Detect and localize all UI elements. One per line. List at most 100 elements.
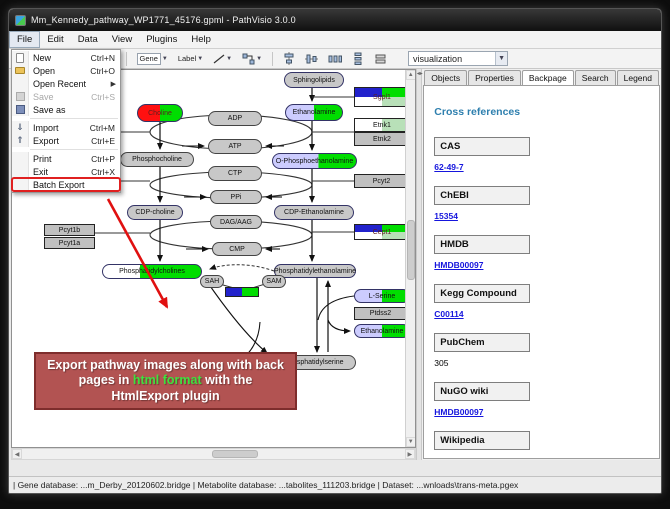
gene-node-tool-button[interactable]: Gene ▼ [134, 51, 171, 67]
scroll-up-icon[interactable]: ▲ [406, 70, 416, 80]
chevron-down-icon[interactable]: ▼ [495, 52, 507, 65]
pathway-node-sphingolipids[interactable]: Sphingolipids [284, 72, 344, 88]
menu-view[interactable]: View [105, 31, 139, 48]
xref-section-kegg-compound: Kegg CompoundC00114 [434, 283, 649, 319]
pathway-node-ptdss2[interactable]: Ptdss2 [354, 307, 407, 320]
xref-link[interactable]: 15354 [434, 211, 649, 221]
xref-section-chebi: ChEBI15354 [434, 185, 649, 221]
pathway-node-pcyt1a[interactable]: Pcyt1a [44, 237, 95, 249]
pathway-node-ethanolamine-top[interactable]: Ethanolamine [285, 104, 343, 121]
file-menu-item-open[interactable]: OpenCtrl+O [12, 64, 120, 77]
callout-highlight-text: html format [133, 373, 202, 387]
scroll-left-icon[interactable]: ◀ [12, 449, 22, 459]
align-center-horizontal-button[interactable] [280, 51, 298, 67]
chevron-down-icon[interactable]: ▼ [197, 56, 203, 62]
file-menu-item-print[interactable]: PrintCtrl+P [12, 152, 120, 165]
pathway-node-sah[interactable]: SAH [200, 275, 224, 288]
distribute-vertical-icon [352, 52, 364, 65]
file-menu-item-new[interactable]: NewCtrl+N [12, 51, 120, 64]
pathway-node-ppi[interactable]: PPi [210, 190, 262, 204]
distribute-vertical-button[interactable] [349, 51, 367, 67]
menu-file[interactable]: File [9, 31, 40, 48]
chevron-down-icon[interactable]: ▼ [162, 56, 168, 62]
tab-objects[interactable]: Objects [424, 70, 467, 85]
distribute-horizontal-button[interactable] [325, 51, 345, 67]
save-icon-disabled [12, 90, 29, 103]
chevron-down-icon[interactable]: ▼ [226, 56, 232, 62]
pathway-node-cept1[interactable]: Cept1 [354, 224, 410, 240]
xref-section-title: CAS [434, 137, 530, 156]
pathway-node-pemt-partial[interactable] [225, 287, 259, 297]
pathway-node-phosphatidylethanolamine[interactable]: Phosphatidylethanolamine [274, 264, 356, 278]
file-menu-item-export[interactable]: ⇑ExportCtrl+E [12, 134, 120, 147]
pathway-node-cdp-choline[interactable]: CDP-choline [127, 205, 183, 220]
pathway-node-adp[interactable]: ADP [208, 111, 262, 126]
menu-edit[interactable]: Edit [40, 31, 70, 48]
horizontal-scroll-thumb[interactable] [212, 450, 258, 458]
canvas-horizontal-scrollbar[interactable]: ◀ ▶ [11, 448, 416, 460]
xref-section-cas: CAS 62-49-7 [434, 136, 649, 172]
label-tool-button[interactable]: Label ▼ [175, 51, 206, 67]
line-tool-button[interactable]: ▼ [210, 51, 235, 67]
pathway-node-o-phosphoethanolamine[interactable]: O-Phosphoethanolamine [272, 153, 357, 169]
xref-section-hmdb: HMDB HMDB00097 [434, 234, 649, 270]
menu-plugins[interactable]: Plugins [139, 31, 184, 48]
menu-data[interactable]: Data [71, 31, 105, 48]
file-menu-item-import[interactable]: ⇓ImportCtrl+M [12, 121, 120, 134]
pathway-node-pcyt1b[interactable]: Pcyt1b [44, 224, 95, 236]
xref-section-title: HMDB [434, 235, 530, 254]
xref-section-wikipedia: WikipediaCholine [434, 430, 649, 459]
side-panel-tabs: ObjectsPropertiesBackpageSearchLegend [422, 69, 661, 85]
xref-link[interactable]: HMDB00097 [434, 260, 649, 270]
pathway-node-pcyt2[interactable]: Pcyt2 [354, 174, 409, 188]
pathway-node-cmp[interactable]: CMP [212, 242, 262, 256]
title-bar: Mm_Kennedy_pathway_WP1771_45176.gpml - P… [9, 9, 661, 31]
xref-link[interactable]: Choline [434, 456, 649, 459]
cross-references-heading: Cross references [434, 106, 649, 118]
tab-backpage[interactable]: Backpage [522, 70, 574, 85]
xref-link[interactable]: 62-49-7 [434, 162, 649, 172]
file-menu-item-exit[interactable]: ExitCtrl+X [12, 165, 120, 178]
open-folder-icon [12, 64, 29, 77]
canvas-vertical-scrollbar[interactable]: ▲ ▼ [405, 70, 415, 447]
status-text: | Gene database: ...m_Derby_20120602.bri… [13, 480, 518, 490]
pathway-node-atp[interactable]: ATP [208, 139, 262, 154]
file-menu-item-save-as[interactable]: Save as [12, 103, 120, 116]
pathway-node-l-serine[interactable]: L-Serine [354, 289, 410, 303]
callout-text: Export pathway images along with back pa… [36, 358, 295, 389]
panel-splitter[interactable]: ◂▸ [416, 69, 423, 460]
pathway-node-phosphocholine[interactable]: Phosphocholine [120, 152, 194, 167]
pathway-node-etnk2[interactable]: Etnk2 [354, 132, 410, 146]
pathway-node-ctp[interactable]: CTP [208, 166, 262, 181]
pathway-node-sam[interactable]: SAM [262, 275, 286, 288]
tab-legend[interactable]: Legend [617, 70, 659, 85]
align-center-vertical-button[interactable] [302, 51, 321, 67]
distribute-horizontal-icon [328, 53, 342, 65]
pathway-node-sgpl1[interactable]: Sgpl1 [354, 87, 410, 107]
pathway-node-cdp-ethanolamine[interactable]: CDP-Ethanolamine [274, 205, 354, 220]
backpage-panel: Cross references CAS 62-49-7 ChEBI15354 HMD… [423, 85, 660, 459]
visualization-value: visualization [409, 54, 495, 64]
tab-properties[interactable]: Properties [468, 70, 521, 85]
stack-icon [374, 53, 387, 65]
no-icon [12, 178, 29, 191]
tab-search[interactable]: Search [575, 70, 616, 85]
pathway-node-etnk1[interactable]: Etnk1 [354, 118, 410, 132]
chevron-down-icon[interactable]: ▼ [256, 56, 262, 62]
xref-link[interactable]: HMDB00097 [434, 407, 649, 417]
pathway-node-dag-aag[interactable]: DAG/AAG [210, 215, 262, 229]
scroll-right-icon[interactable]: ▶ [405, 449, 415, 459]
menu-help[interactable]: Help [184, 31, 218, 48]
connector-tool-button[interactable]: ▼ [239, 51, 265, 67]
xref-section-pubchem: PubChem305 [434, 332, 649, 368]
scroll-down-icon[interactable]: ▼ [406, 437, 416, 447]
stack-button[interactable] [371, 51, 390, 67]
vertical-scroll-thumb[interactable] [407, 220, 415, 280]
pathway-node-phosphatidylcholines[interactable]: Phosphatidylcholines [102, 264, 202, 279]
xref-link[interactable]: C00114 [434, 309, 649, 319]
pathway-node-ethanolamine-bottom[interactable]: Ethanolamine [354, 324, 410, 338]
visualization-combobox[interactable]: visualization ▼ [408, 51, 508, 66]
pathway-node-choline-top[interactable]: Choline [137, 104, 183, 122]
file-menu-item-batch-export[interactable]: Batch Export [12, 178, 120, 191]
file-menu-item-open-recent[interactable]: Open Recent▶ [12, 77, 120, 90]
